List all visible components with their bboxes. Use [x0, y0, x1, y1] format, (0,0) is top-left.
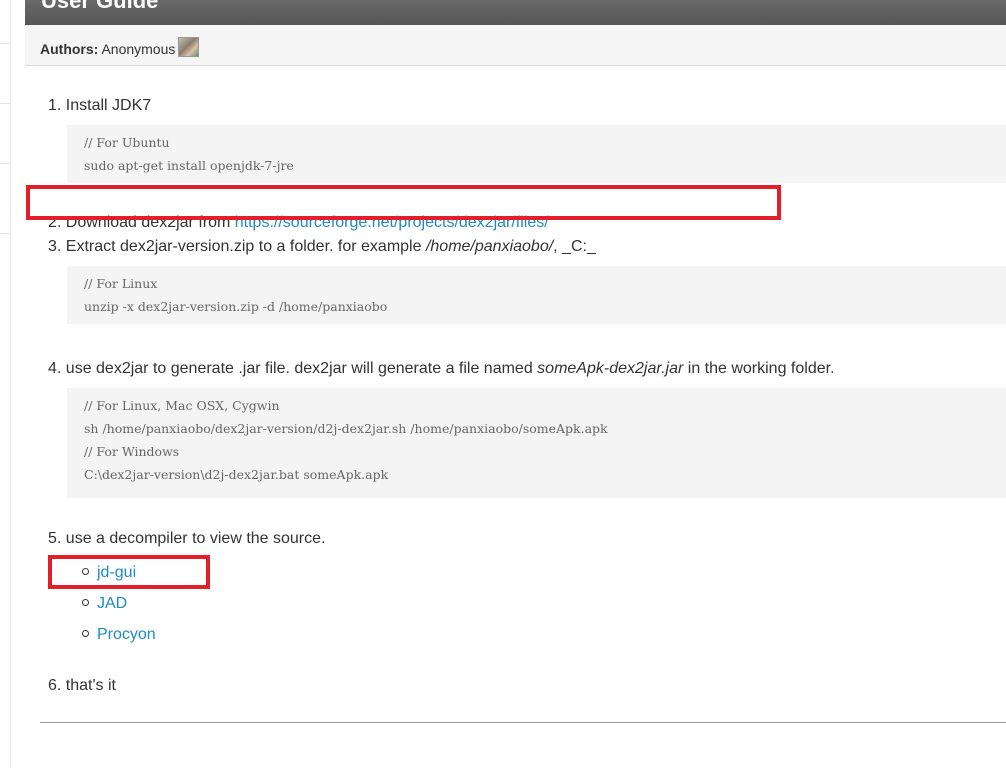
- code-line: // For Ubuntu: [84, 135, 170, 150]
- bullet-icon: [82, 630, 89, 637]
- code-block-install-jdk: // For Ubuntu sudo apt-get install openj…: [67, 125, 1006, 183]
- step-3: 3. Extract dex2jar-version.zip to a fold…: [48, 238, 596, 256]
- jad-link[interactable]: JAD: [97, 595, 127, 612]
- left-sidebar-edge: [0, 0, 11, 768]
- code-line: // For Linux, Mac OSX, Cygwin: [84, 398, 280, 413]
- code-line: // For Linux: [84, 276, 158, 291]
- step-4-text: 4. use dex2jar to generate .jar file. de…: [48, 360, 538, 377]
- step-5: 5. use a decompiler to view the source.: [48, 530, 326, 547]
- step-2-text: 2. Download dex2jar from: [48, 214, 235, 231]
- authors-row: Authors: Anonymous: [40, 37, 200, 57]
- authors-label: Authors:: [40, 41, 99, 57]
- jd-gui-link[interactable]: jd-gui: [97, 564, 136, 581]
- list-item: JAD: [82, 588, 156, 619]
- code-line: sudo apt-get install openjdk-7-jre: [84, 158, 294, 173]
- guide-content: 1. Install JDK7 // For Ubuntu sudo apt-g…: [25, 66, 1006, 768]
- example-path: /home/panxiaobo/: [425, 238, 554, 255]
- section-divider: [40, 722, 1006, 723]
- dex2jar-download-link[interactable]: https://sourceforge.net/projects/dex2jar…: [235, 214, 549, 231]
- output-filename: someApk-dex2jar.jar: [537, 360, 684, 377]
- step-3-suffix: , _C:_: [553, 238, 596, 255]
- sidebar-divider: [0, 103, 10, 104]
- procyon-link[interactable]: Procyon: [97, 626, 156, 643]
- step-6: 6. that's it: [48, 677, 116, 694]
- author-name: Anonymous: [101, 41, 176, 57]
- authors-bar: Authors: Anonymous: [25, 25, 1006, 66]
- sidebar-divider: [0, 163, 10, 164]
- sidebar-divider: [0, 43, 10, 44]
- list-item: Procyon: [82, 619, 156, 650]
- code-block-extract: // For Linux unzip -x dex2jar-version.zi…: [67, 266, 1006, 324]
- sidebar-divider: [0, 233, 10, 234]
- step-1: 1. Install JDK7: [48, 97, 152, 114]
- code-line: C:\dex2jar-version\d2j-dex2jar.bat someA…: [84, 467, 389, 482]
- list-item: jd-gui: [82, 557, 156, 588]
- bullet-icon: [82, 568, 89, 575]
- step-4-suffix: in the working folder.: [683, 360, 835, 377]
- step-4: 4. use dex2jar to generate .jar file. de…: [48, 360, 835, 378]
- step-2: 2. Download dex2jar from https://sourcef…: [48, 214, 549, 232]
- code-line: // For Windows: [84, 444, 180, 459]
- code-line: unzip -x dex2jar-version.zip -d /home/pa…: [84, 299, 388, 314]
- code-line: sh /home/panxiaobo/dex2jar-version/d2j-d…: [84, 421, 608, 436]
- code-block-run-dex2jar: // For Linux, Mac OSX, Cygwin sh /home/p…: [67, 388, 1006, 498]
- decompiler-list: jd-gui JAD Procyon: [82, 557, 156, 650]
- page-title: User Guide: [41, 0, 159, 13]
- bullet-icon: [82, 599, 89, 606]
- step-3-text: 3. Extract dex2jar-version.zip to a fold…: [48, 238, 426, 255]
- page-header: User Guide: [25, 0, 1006, 25]
- author-avatar: [178, 37, 200, 57]
